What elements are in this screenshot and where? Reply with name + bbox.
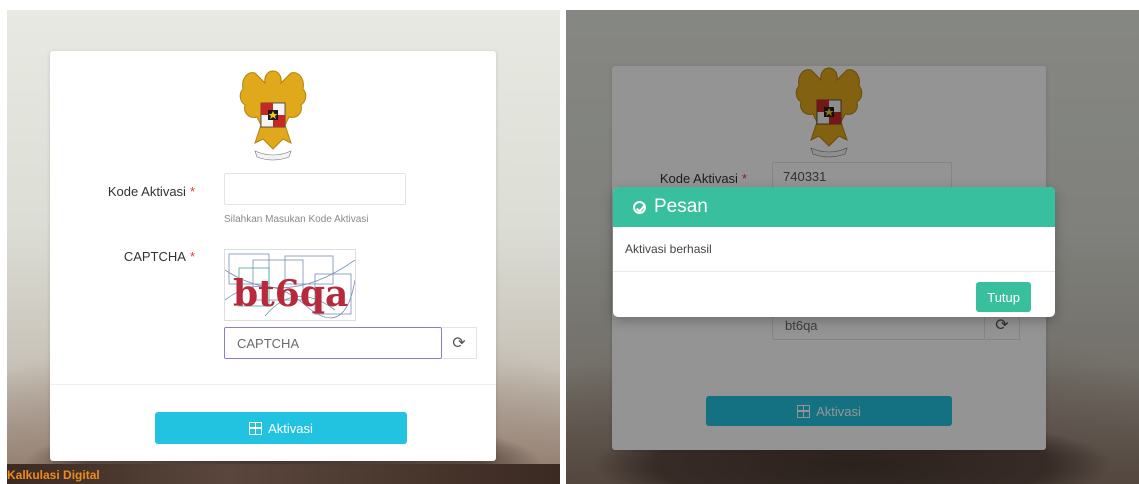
captcha-glyphs: bt6qa (233, 273, 348, 315)
modal-title: Pesan (654, 196, 708, 217)
card-divider (50, 384, 496, 385)
right-screenshot-panel: Kode Aktivasi * 740331 bt6qa ⟳ Aktivasi P… (566, 10, 1139, 484)
garuda-emblem-icon (239, 70, 307, 161)
aktivasi-button[interactable]: Aktivasi (155, 412, 407, 444)
tutup-button[interactable]: Tutup (976, 282, 1031, 312)
required-mark: * (189, 249, 195, 264)
captcha-input[interactable]: CAPTCHA (224, 327, 442, 359)
footer-brand[interactable]: Kalkulasi Digital (7, 468, 100, 482)
required-mark: * (189, 184, 195, 199)
kode-aktivasi-help: Silahkan Masukan Kode Aktivasi (224, 214, 369, 225)
refresh-icon[interactable]: ⟳ (442, 327, 477, 359)
captcha-image: bt6qa (224, 249, 356, 321)
kode-aktivasi-label: Kode Aktivasi * (107, 184, 195, 199)
activation-card: Kode Aktivasi * Silahkan Masukan Kode Akt… (50, 51, 496, 461)
aktivasi-button-label: Aktivasi (268, 420, 313, 436)
modal-footer: Tutup (613, 272, 1055, 316)
message-modal: Pesan Aktivasi berhasil Tutup (613, 187, 1055, 317)
captcha-input-group: CAPTCHA ⟳ (224, 327, 477, 359)
check-circle-icon (633, 200, 646, 214)
modal-message: Aktivasi berhasil (613, 227, 1055, 272)
left-screenshot-panel: Kalkulasi Digital Kode Aktivasi * Silahka… (7, 10, 560, 484)
modal-header: Pesan (613, 187, 1055, 227)
kode-aktivasi-input[interactable] (224, 173, 406, 205)
grid-icon (249, 421, 263, 435)
captcha-label: CAPTCHA * (123, 249, 195, 264)
